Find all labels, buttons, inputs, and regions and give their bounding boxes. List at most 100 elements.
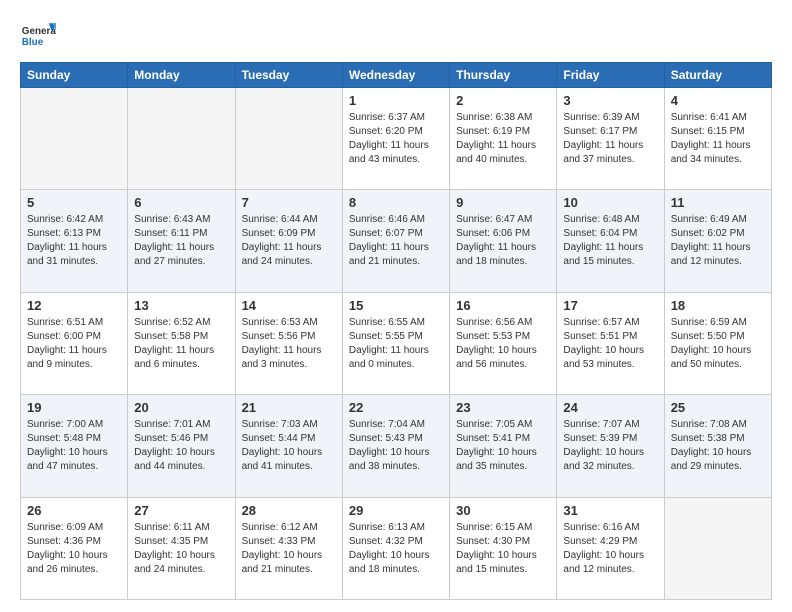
calendar-cell [128, 88, 235, 190]
week-row-1: 1 Sunrise: 6:37 AMSunset: 6:20 PMDaylight… [21, 88, 772, 190]
day-content: Sunrise: 6:41 AMSunset: 6:15 PMDaylight:… [671, 111, 765, 167]
day-number: 26 [27, 503, 121, 518]
weekday-header-sunday: Sunday [21, 63, 128, 88]
day-content: Sunrise: 7:01 AMSunset: 5:46 PMDaylight:… [134, 418, 228, 474]
day-number: 28 [242, 503, 336, 518]
calendar-cell: 2 Sunrise: 6:38 AMSunset: 6:19 PMDaylight… [450, 88, 557, 190]
day-number: 19 [27, 400, 121, 415]
week-row-3: 12 Sunrise: 6:51 AMSunset: 6:00 PMDayligh… [21, 292, 772, 394]
calendar-cell: 30 Sunrise: 6:15 AMSunset: 4:30 PMDayligh… [450, 497, 557, 599]
calendar-cell: 20 Sunrise: 7:01 AMSunset: 5:46 PMDayligh… [128, 395, 235, 497]
day-content: Sunrise: 6:44 AMSunset: 6:09 PMDaylight:… [242, 213, 336, 269]
day-content: Sunrise: 7:04 AMSunset: 5:43 PMDaylight:… [349, 418, 443, 474]
day-number: 7 [242, 195, 336, 210]
day-content: Sunrise: 7:05 AMSunset: 5:41 PMDaylight:… [456, 418, 550, 474]
day-number: 5 [27, 195, 121, 210]
calendar-cell: 12 Sunrise: 6:51 AMSunset: 6:00 PMDayligh… [21, 292, 128, 394]
day-content: Sunrise: 6:52 AMSunset: 5:58 PMDaylight:… [134, 316, 228, 372]
weekday-header-saturday: Saturday [664, 63, 771, 88]
day-number: 20 [134, 400, 228, 415]
calendar-cell [21, 88, 128, 190]
day-number: 9 [456, 195, 550, 210]
calendar-cell: 10 Sunrise: 6:48 AMSunset: 6:04 PMDayligh… [557, 190, 664, 292]
calendar-cell: 6 Sunrise: 6:43 AMSunset: 6:11 PMDaylight… [128, 190, 235, 292]
weekday-header-wednesday: Wednesday [342, 63, 449, 88]
logo-icon: General Blue [20, 16, 56, 52]
day-number: 30 [456, 503, 550, 518]
day-number: 29 [349, 503, 443, 518]
day-number: 1 [349, 93, 443, 108]
day-content: Sunrise: 6:56 AMSunset: 5:53 PMDaylight:… [456, 316, 550, 372]
day-content: Sunrise: 6:13 AMSunset: 4:32 PMDaylight:… [349, 521, 443, 577]
day-content: Sunrise: 6:43 AMSunset: 6:11 PMDaylight:… [134, 213, 228, 269]
svg-text:Blue: Blue [22, 37, 44, 48]
day-number: 8 [349, 195, 443, 210]
weekday-header-friday: Friday [557, 63, 664, 88]
day-content: Sunrise: 6:11 AMSunset: 4:35 PMDaylight:… [134, 521, 228, 577]
calendar-cell: 4 Sunrise: 6:41 AMSunset: 6:15 PMDaylight… [664, 88, 771, 190]
calendar-cell: 5 Sunrise: 6:42 AMSunset: 6:13 PMDaylight… [21, 190, 128, 292]
day-number: 2 [456, 93, 550, 108]
day-content: Sunrise: 6:57 AMSunset: 5:51 PMDaylight:… [563, 316, 657, 372]
day-content: Sunrise: 6:42 AMSunset: 6:13 PMDaylight:… [27, 213, 121, 269]
day-content: Sunrise: 6:59 AMSunset: 5:50 PMDaylight:… [671, 316, 765, 372]
day-content: Sunrise: 6:46 AMSunset: 6:07 PMDaylight:… [349, 213, 443, 269]
day-content: Sunrise: 6:16 AMSunset: 4:29 PMDaylight:… [563, 521, 657, 577]
weekday-header-row: SundayMondayTuesdayWednesdayThursdayFrid… [21, 63, 772, 88]
day-number: 15 [349, 298, 443, 313]
day-number: 25 [671, 400, 765, 415]
day-number: 18 [671, 298, 765, 313]
calendar-cell: 15Sunrise: 6:55 AMSunset: 5:55 PMDayligh… [342, 292, 449, 394]
day-number: 6 [134, 195, 228, 210]
day-content: Sunrise: 7:07 AMSunset: 5:39 PMDaylight:… [563, 418, 657, 474]
day-number: 14 [242, 298, 336, 313]
day-content: Sunrise: 6:38 AMSunset: 6:19 PMDaylight:… [456, 111, 550, 167]
calendar-cell [235, 88, 342, 190]
header: General Blue [20, 16, 772, 52]
calendar-cell: 31 Sunrise: 6:16 AMSunset: 4:29 PMDayligh… [557, 497, 664, 599]
calendar-cell: 25 Sunrise: 7:08 AMSunset: 5:38 PMDayligh… [664, 395, 771, 497]
day-number: 31 [563, 503, 657, 518]
day-number: 3 [563, 93, 657, 108]
day-content: Sunrise: 7:08 AMSunset: 5:38 PMDaylight:… [671, 418, 765, 474]
calendar-cell: 24 Sunrise: 7:07 AMSunset: 5:39 PMDayligh… [557, 395, 664, 497]
calendar: SundayMondayTuesdayWednesdayThursdayFrid… [20, 62, 772, 600]
calendar-cell: 21 Sunrise: 7:03 AMSunset: 5:44 PMDayligh… [235, 395, 342, 497]
weekday-header-thursday: Thursday [450, 63, 557, 88]
day-number: 4 [671, 93, 765, 108]
weekday-header-tuesday: Tuesday [235, 63, 342, 88]
day-content: Sunrise: 6:12 AMSunset: 4:33 PMDaylight:… [242, 521, 336, 577]
logo: General Blue [20, 16, 56, 52]
day-content: Sunrise: 6:48 AMSunset: 6:04 PMDaylight:… [563, 213, 657, 269]
day-number: 16 [456, 298, 550, 313]
day-content: Sunrise: 7:03 AMSunset: 5:44 PMDaylight:… [242, 418, 336, 474]
day-content: Sunrise: 6:15 AMSunset: 4:30 PMDaylight:… [456, 521, 550, 577]
calendar-cell [664, 497, 771, 599]
calendar-cell: 22 Sunrise: 7:04 AMSunset: 5:43 PMDayligh… [342, 395, 449, 497]
week-row-4: 19 Sunrise: 7:00 AMSunset: 5:48 PMDayligh… [21, 395, 772, 497]
day-content: Sunrise: 6:39 AMSunset: 6:17 PMDaylight:… [563, 111, 657, 167]
calendar-cell: 28 Sunrise: 6:12 AMSunset: 4:33 PMDayligh… [235, 497, 342, 599]
day-number: 22 [349, 400, 443, 415]
day-content: Sunrise: 6:51 AMSunset: 6:00 PMDaylight:… [27, 316, 121, 372]
day-number: 12 [27, 298, 121, 313]
day-content: Sunrise: 7:00 AMSunset: 5:48 PMDaylight:… [27, 418, 121, 474]
calendar-cell: 14 Sunrise: 6:53 AMSunset: 5:56 PMDayligh… [235, 292, 342, 394]
calendar-cell: 1 Sunrise: 6:37 AMSunset: 6:20 PMDaylight… [342, 88, 449, 190]
day-number: 24 [563, 400, 657, 415]
calendar-cell: 8 Sunrise: 6:46 AMSunset: 6:07 PMDaylight… [342, 190, 449, 292]
calendar-cell: 18 Sunrise: 6:59 AMSunset: 5:50 PMDayligh… [664, 292, 771, 394]
day-content: Sunrise: 6:53 AMSunset: 5:56 PMDaylight:… [242, 316, 336, 372]
day-number: 21 [242, 400, 336, 415]
calendar-cell: 9 Sunrise: 6:47 AMSunset: 6:06 PMDaylight… [450, 190, 557, 292]
day-number: 11 [671, 195, 765, 210]
day-content: Sunrise: 6:47 AMSunset: 6:06 PMDaylight:… [456, 213, 550, 269]
day-content: Sunrise: 6:37 AMSunset: 6:20 PMDaylight:… [349, 111, 443, 167]
day-number: 10 [563, 195, 657, 210]
calendar-cell: 7 Sunrise: 6:44 AMSunset: 6:09 PMDaylight… [235, 190, 342, 292]
week-row-5: 26Sunrise: 6:09 AMSunset: 4:36 PMDayligh… [21, 497, 772, 599]
calendar-cell: 19 Sunrise: 7:00 AMSunset: 5:48 PMDayligh… [21, 395, 128, 497]
week-row-2: 5 Sunrise: 6:42 AMSunset: 6:13 PMDaylight… [21, 190, 772, 292]
day-number: 27 [134, 503, 228, 518]
calendar-cell: 11Sunrise: 6:49 AMSunset: 6:02 PMDayligh… [664, 190, 771, 292]
